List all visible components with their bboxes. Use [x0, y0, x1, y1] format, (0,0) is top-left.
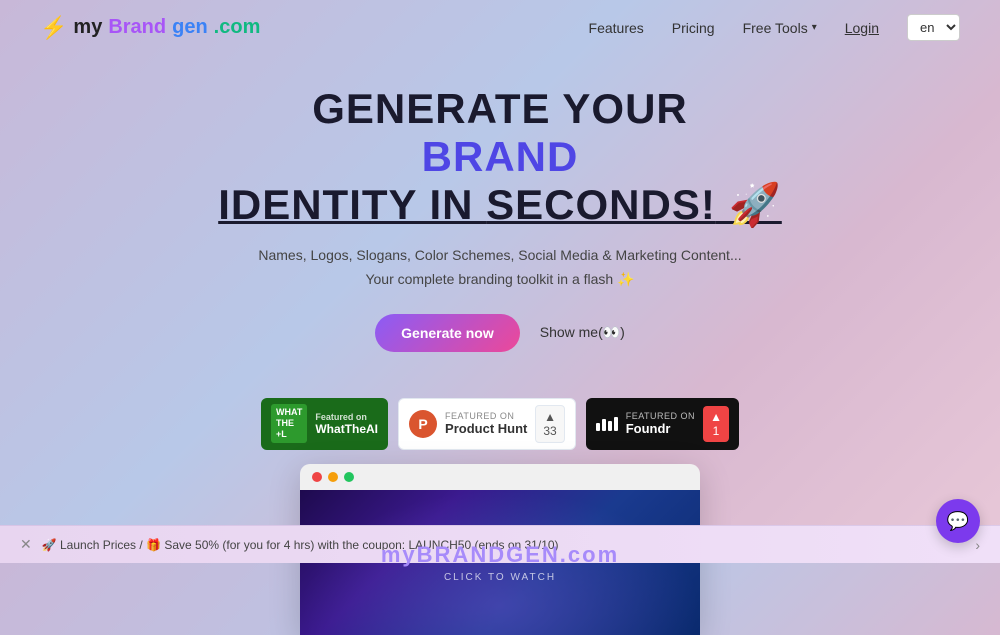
hero-cta: Generate now Show me(👀): [20, 314, 980, 352]
dot-green: [344, 472, 354, 482]
chat-bubble-button[interactable]: 💬: [936, 499, 980, 543]
whattheai-name: WhatTheAI: [315, 422, 378, 436]
nav-features[interactable]: Features: [589, 20, 644, 36]
hero-sub2: Your complete branding toolkit in a flas…: [20, 268, 980, 292]
dot-yellow: [328, 472, 338, 482]
foundr-arrow: ▲: [710, 410, 722, 424]
foundr-logo: [596, 417, 618, 431]
video-brand-text: myBRANDGEN.com: [381, 542, 619, 568]
producthunt-count: ▲ 33: [535, 405, 564, 443]
bar1: [596, 423, 600, 431]
hero-sub1: Names, Logos, Slogans, Color Schemes, So…: [20, 244, 980, 268]
producthunt-num: 33: [543, 424, 556, 438]
logo[interactable]: ⚡ my Brand gen .com: [40, 15, 260, 41]
producthunt-logo: P: [409, 410, 437, 438]
foundr-text: FEATURED ON Foundr: [626, 411, 695, 436]
hero-line3-underline: SECONDS!: [486, 181, 716, 228]
hero-line3-prefix: IDENTITY IN: [218, 181, 486, 228]
hero-line3-emoji: 🚀: [716, 181, 782, 228]
banner-close-button[interactable]: ✕: [20, 536, 32, 553]
hero-line3: IDENTITY IN SECONDS! 🚀: [20, 181, 980, 230]
generate-now-button[interactable]: Generate now: [375, 314, 520, 352]
navbar: ⚡ my Brand gen .com Features Pricing Free T…: [0, 0, 1000, 55]
show-me-button[interactable]: Show me(👀): [540, 324, 625, 341]
logo-com: .com: [214, 16, 261, 39]
bar4: [614, 417, 618, 431]
bar3: [608, 421, 612, 431]
bar2: [602, 419, 606, 431]
foundr-featured: FEATURED ON: [626, 411, 695, 421]
producthunt-text: FEATURED ON Product Hunt: [445, 411, 527, 436]
video-click-text: CLICK TO WATCH: [444, 572, 556, 583]
chat-icon: 💬: [947, 511, 969, 532]
nav-login[interactable]: Login: [845, 20, 879, 36]
producthunt-arrow: ▲: [544, 410, 556, 424]
hero-section: GENERATE YOUR BRAND IDENTITY IN SECONDS!…: [0, 55, 1000, 372]
logo-icon: ⚡: [40, 15, 67, 41]
whattheai-text: Featured on WhatTheAI: [315, 412, 378, 436]
foundr-num: 1: [713, 424, 720, 438]
badges-row: WHATTHE+L Featured on WhatTheAI P FEATUR…: [0, 398, 1000, 450]
badge-whattheai[interactable]: WHATTHE+L Featured on WhatTheAI: [261, 398, 388, 450]
nav-right: Features Pricing Free Tools ▾ Login en: [589, 14, 960, 41]
logo-my: my: [73, 16, 102, 39]
foundr-count: ▲ 1: [703, 406, 729, 442]
nav-pricing[interactable]: Pricing: [672, 20, 715, 36]
badge-producthunt[interactable]: P FEATURED ON Product Hunt ▲ 33: [398, 398, 576, 450]
foundr-bars-icon: [596, 417, 618, 431]
badge-foundr[interactable]: FEATURED ON Foundr ▲ 1: [586, 398, 739, 450]
chevron-down-icon: ▾: [812, 22, 817, 33]
logo-brand: Brand: [108, 16, 166, 39]
hero-line2: BRAND: [20, 133, 980, 181]
logo-gen: gen: [172, 16, 208, 39]
producthunt-featured: FEATURED ON: [445, 411, 527, 421]
nav-free-tools[interactable]: Free Tools ▾: [743, 20, 817, 36]
whattheai-icon: WHATTHE+L: [271, 404, 307, 442]
banner-arrow-icon[interactable]: ›: [975, 537, 980, 553]
hero-line1: GENERATE YOUR: [20, 85, 980, 133]
producthunt-name: Product Hunt: [445, 421, 527, 436]
dot-red: [312, 472, 322, 482]
video-titlebar: [300, 464, 700, 490]
foundr-name: Foundr: [626, 421, 695, 436]
hero-subtitle: Names, Logos, Slogans, Color Schemes, So…: [20, 244, 980, 292]
language-select[interactable]: en: [907, 14, 960, 41]
whattheai-featured: Featured on: [315, 412, 378, 422]
